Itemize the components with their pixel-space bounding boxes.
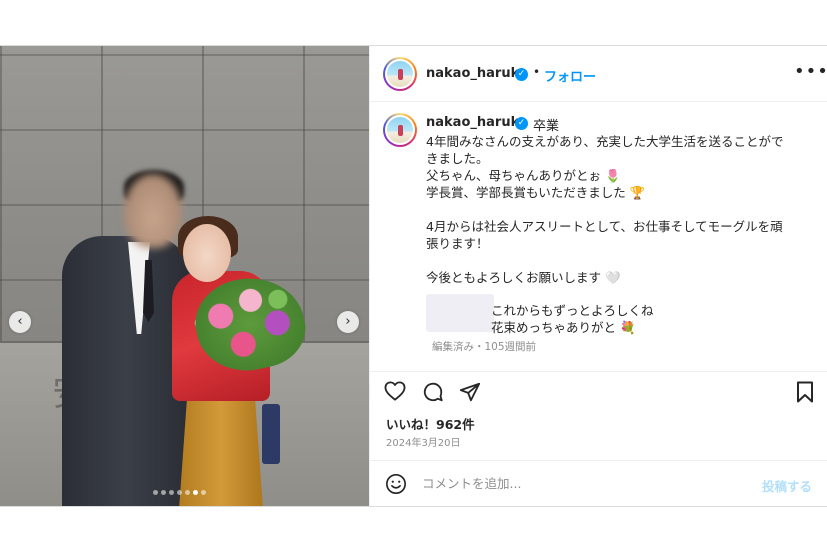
caption-reply-line: 花束めっちゃありがと 💐 [491,320,636,335]
post-comment-button[interactable]: 投稿する [762,476,812,495]
man-blurred-face [124,174,182,248]
carousel-next-button[interactable]: › [337,311,359,333]
carousel-dot [193,490,198,495]
verified-badge-icon: ✓ [515,117,528,130]
carousel-dot [201,490,206,495]
post-photo[interactable]: 安 ‹ › [0,46,369,506]
avatar-image [387,61,413,87]
caption-line: 張ります！ [426,236,489,251]
share-icon[interactable] [459,381,481,403]
post-header: nakao_haruka ✓ • フォロー ••• [370,46,827,102]
caption-line: 学長賞、学部長賞もいただきました 🏆 [426,185,646,200]
more-options-icon[interactable]: ••• [794,61,827,82]
carousel-dot [161,490,166,495]
edited-timestamp: 編集済み・105週間前 [432,341,537,353]
caption-line: 4月からは社会人アスリートとして、お仕事そしてモーグルを頑 [426,219,783,234]
caption-avatar[interactable] [383,113,417,147]
woman-face [183,224,231,282]
carousel-dot [169,490,174,495]
caption-title: 卒業 [533,119,560,134]
header-username[interactable]: nakao_haruka [426,66,528,81]
heart-icon[interactable] [384,381,406,401]
post-side-panel: nakao_haruka ✓ • フォロー ••• nakao_haruka ✓… [369,46,827,506]
instagram-post: 安 ‹ › nakao_haruka ✓ • フォロー ••• [0,45,827,507]
caption-username[interactable]: nakao_haruka [426,115,528,130]
verified-badge-icon: ✓ [515,68,528,81]
carousel-dot [153,490,158,495]
caption-line: 4年間みなさんの支えがあり、充実した大学生活を送ることがで [426,134,784,149]
avatar-image [387,117,413,143]
chevron-left-icon: ‹ [17,314,23,329]
separator-dot: • [533,65,541,79]
comment-input[interactable] [422,476,742,491]
comment-icon[interactable] [422,381,444,403]
chevron-right-icon: › [345,314,351,329]
caption-line: 今後ともよろしくお願いします 🤍 [426,270,621,285]
man-figure [62,236,190,506]
avatar[interactable] [383,57,417,91]
caption-line: 父ちゃん、母ちゃんありがとぉ 🌷 [426,168,621,183]
caption-line [426,252,811,269]
caption-line: きました。 [426,151,489,166]
bag [262,404,280,464]
carousel-prev-button[interactable]: ‹ [9,311,31,333]
follow-button[interactable]: フォロー [544,66,596,85]
carousel-indicator [153,490,206,495]
redacted-mention [426,294,494,332]
caption-line [426,201,811,218]
carousel-dot [185,490,190,495]
bookmark-icon[interactable] [796,381,814,403]
action-bar [370,371,827,407]
emoji-icon[interactable] [385,473,407,495]
likes-count[interactable]: いいね！962件 [386,414,475,433]
carousel-dot [177,490,182,495]
post-date[interactable]: 2024年3月20日 [386,434,461,449]
caption-text: 4年間みなさんの支えがあり、充実した大学生活を送ることがで きました。 父ちゃん… [426,133,811,286]
comment-bar: 投稿する [370,460,827,506]
